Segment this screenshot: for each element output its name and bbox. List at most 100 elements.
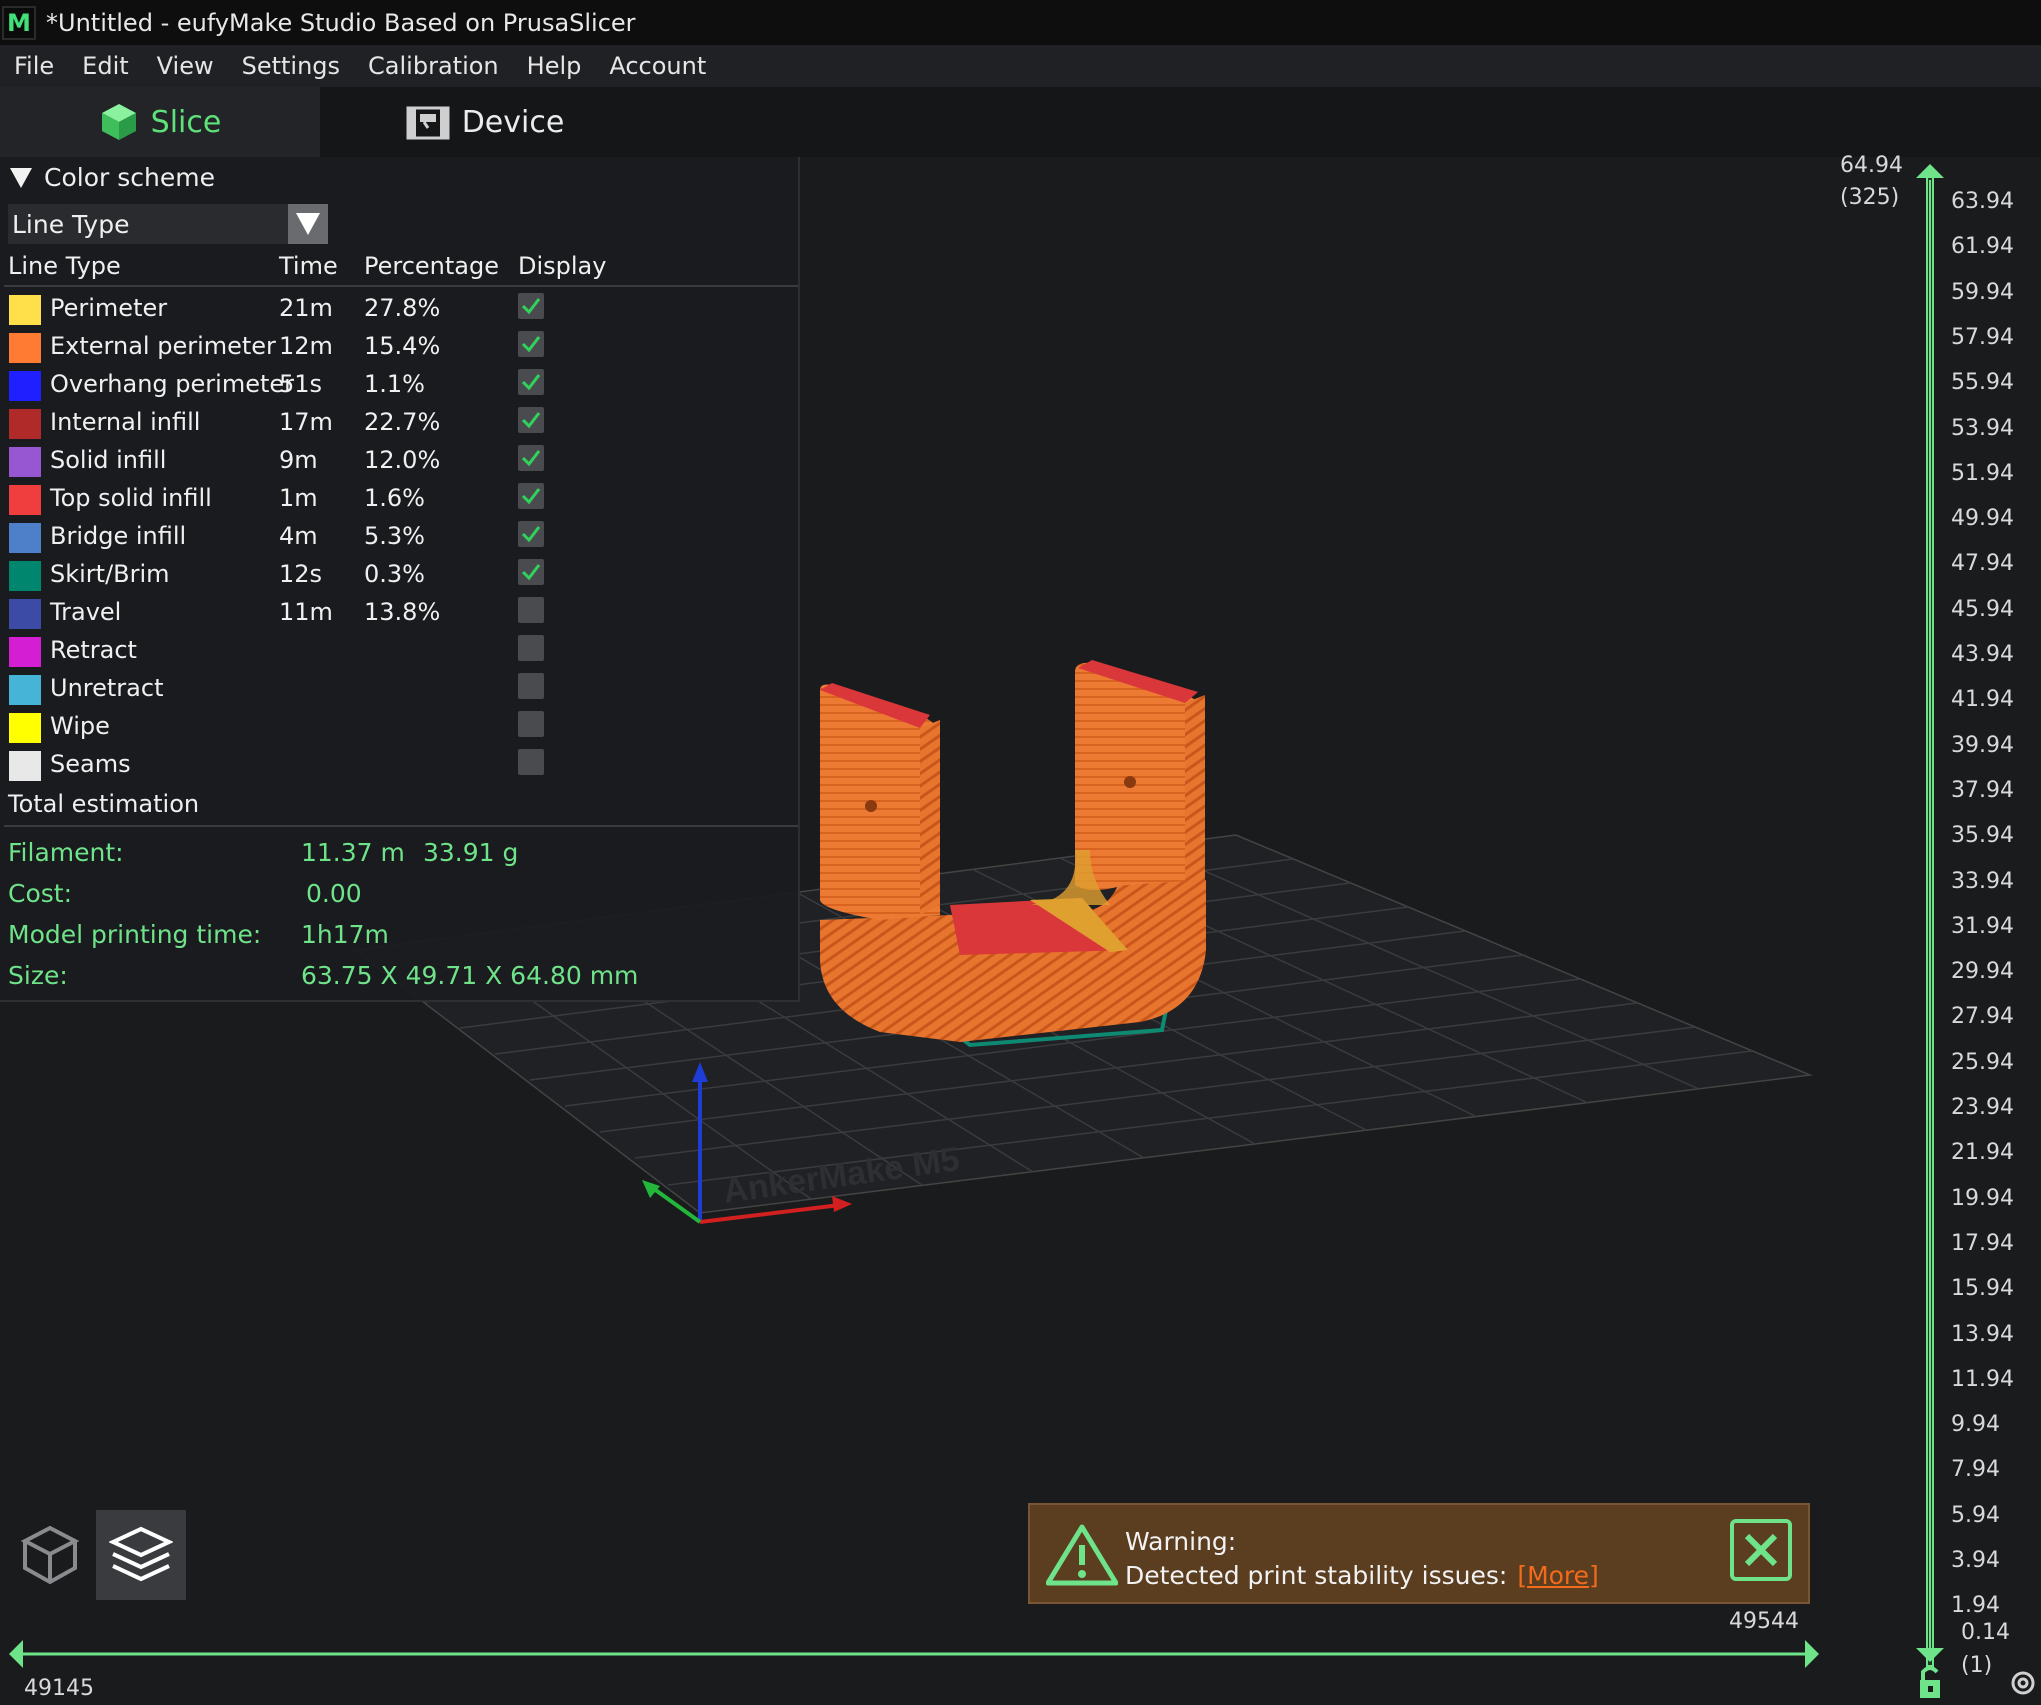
menu-edit[interactable]: Edit <box>68 52 142 80</box>
legend-row: Unretract <box>0 671 800 709</box>
line-type-time: 21m <box>279 294 333 322</box>
close-button[interactable] <box>1730 1519 1792 1581</box>
layer-height-tick: 19.94 <box>1951 1185 2014 1211</box>
layer-height-tick: 7.94 <box>1951 1457 2000 1483</box>
color-swatch <box>9 561 41 591</box>
layer-top-index: (325) <box>1840 185 1900 210</box>
line-type-percentage: 12.0% <box>364 446 441 474</box>
line-type-label: Top solid infill <box>50 484 212 512</box>
line-type-label: Bridge infill <box>50 522 187 550</box>
title-bar: M *Untitled - eufyMake Studio Based on P… <box>0 0 2041 45</box>
color-scheme-title: Color scheme <box>44 163 215 192</box>
slider-right-handle <box>1805 1640 1819 1668</box>
line-type-percentage: 22.7% <box>364 408 441 436</box>
color-swatch <box>9 637 41 667</box>
menu-account[interactable]: Account <box>595 52 720 80</box>
lock-icon <box>1920 1666 1940 1698</box>
cube-outline-icon <box>20 1525 80 1585</box>
layer-height-tick: 49.94 <box>1951 506 2014 532</box>
line-type-percentage: 13.8% <box>364 598 441 626</box>
color-swatch <box>9 675 41 705</box>
move-right-value: 49544 <box>1729 1609 1799 1634</box>
tab-slice-label: Slice <box>150 104 222 140</box>
tab-slice[interactable]: Slice <box>0 87 320 157</box>
display-checkbox[interactable] <box>518 293 544 319</box>
display-checkbox[interactable] <box>518 483 544 509</box>
color-scheme-value: Line Type <box>12 209 130 239</box>
layer-height-tick: 43.94 <box>1951 642 2014 667</box>
total-estimation-label: Total estimation <box>8 790 200 818</box>
legend-row: Solid infill 9m 12.0% <box>0 443 800 481</box>
display-checkbox[interactable] <box>518 369 544 395</box>
layer-height-tick: 29.94 <box>1951 959 2014 985</box>
color-scheme-select[interactable]: Line Type <box>8 204 328 244</box>
checkmark-icon <box>521 412 541 429</box>
line-type-percentage: 0.3% <box>364 560 425 588</box>
display-checkbox[interactable] <box>518 635 544 661</box>
line-type-label: Perimeter <box>50 294 168 322</box>
menu-help[interactable]: Help <box>513 52 596 80</box>
vertical-layer-slider[interactable] <box>1910 160 1950 1705</box>
display-checkbox[interactable] <box>518 521 544 547</box>
display-checkbox[interactable] <box>518 673 544 699</box>
display-checkbox[interactable] <box>518 407 544 433</box>
printer-icon <box>406 106 450 140</box>
color-swatch <box>9 295 41 325</box>
line-type-label: External perimeter <box>50 332 276 360</box>
horizontal-move-slider[interactable] <box>5 1636 1825 1672</box>
dropdown-button[interactable] <box>288 204 328 244</box>
layer-height-tick: 33.94 <box>1951 868 2014 894</box>
line-type-time: 11m <box>279 598 333 626</box>
menu-view[interactable]: View <box>143 52 228 80</box>
settings-gear-icon[interactable] <box>2008 1668 2038 1698</box>
line-type-label: Internal infill <box>50 408 201 436</box>
layer-height-tick: 59.94 <box>1951 279 2014 305</box>
layer-height-tick: 47.94 <box>1951 551 2014 577</box>
line-type-time: 1m <box>279 484 318 512</box>
warning-icon <box>1046 1524 1118 1586</box>
line-type-time: 12s <box>279 560 323 588</box>
line-type-label: Overhang perimeter <box>50 370 295 398</box>
display-checkbox[interactable] <box>518 749 544 775</box>
color-scheme-header[interactable]: Color scheme <box>10 163 215 192</box>
main-tabs: Slice Device <box>0 87 2041 157</box>
model-preview <box>820 660 1206 1048</box>
display-checkbox[interactable] <box>518 711 544 737</box>
layer-height-tick: 55.94 <box>1951 370 2014 396</box>
menu-file[interactable]: File <box>0 52 68 80</box>
warning-more-link[interactable]: [More] <box>1517 1561 1598 1590</box>
col-header-time: Time <box>279 252 338 280</box>
slider-bottom-handle <box>1916 1648 1944 1662</box>
view-3d-button[interactable] <box>5 1510 95 1600</box>
chevron-down-icon <box>296 213 320 235</box>
cube-icon <box>101 104 136 140</box>
display-checkbox[interactable] <box>518 331 544 357</box>
line-type-time: 17m <box>279 408 333 436</box>
color-swatch <box>9 371 41 401</box>
color-swatch <box>9 599 41 629</box>
line-type-time: 51s <box>279 370 323 398</box>
display-checkbox[interactable] <box>518 445 544 471</box>
layer-height-tick: 21.94 <box>1951 1140 2014 1166</box>
tab-device[interactable]: Device <box>320 87 650 157</box>
menu-bar: File Edit View Settings Calibration Help… <box>0 45 2041 87</box>
line-type-label: Unretract <box>50 674 164 702</box>
layer-height-tick: 35.94 <box>1951 823 2014 849</box>
layer-height-tick: 3.94 <box>1951 1548 2000 1573</box>
menu-settings[interactable]: Settings <box>228 52 354 80</box>
color-swatch <box>9 713 41 743</box>
layer-height-tick: 27.94 <box>1951 1004 2014 1030</box>
size-label: Size: <box>8 961 68 990</box>
slider-left-handle <box>9 1640 23 1668</box>
view-preview-button[interactable] <box>96 1510 186 1600</box>
close-icon <box>1744 1533 1778 1567</box>
legend-row: Seams <box>0 747 800 785</box>
display-checkbox[interactable] <box>518 597 544 623</box>
move-left-value: 49145 <box>24 1676 94 1701</box>
line-type-label: Wipe <box>50 712 110 740</box>
display-checkbox[interactable] <box>518 559 544 585</box>
line-type-label: Skirt/Brim <box>50 560 170 588</box>
layer-bottom-height: 0.14 <box>1961 1620 2010 1645</box>
layer-height-tick: 51.94 <box>1951 460 2014 486</box>
menu-calibration[interactable]: Calibration <box>354 52 513 80</box>
